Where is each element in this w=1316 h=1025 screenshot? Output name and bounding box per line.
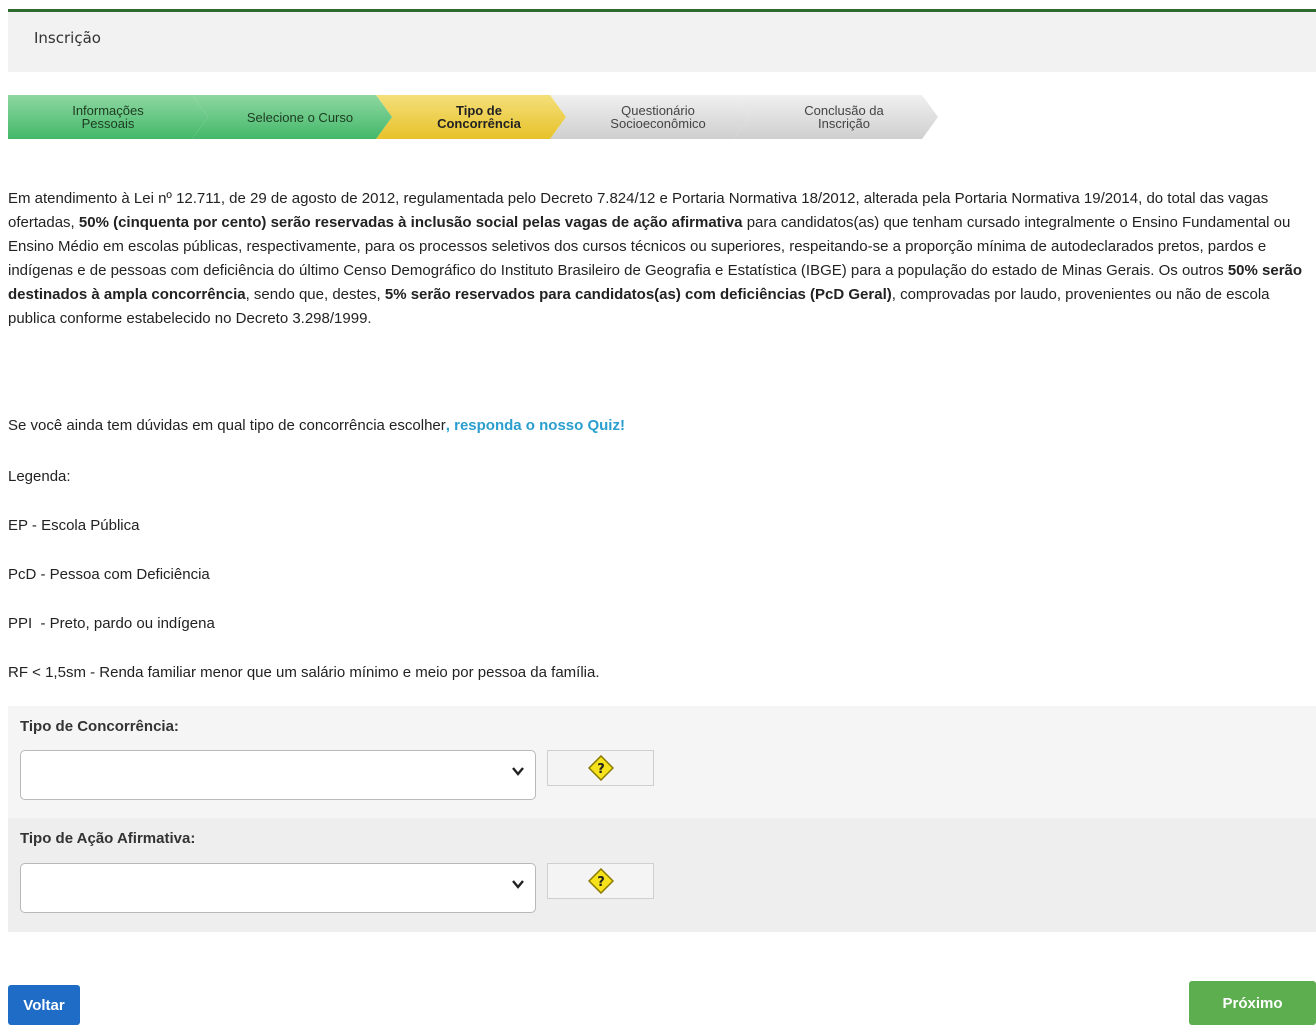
legend-item-ep: EP - Escola Pública (8, 517, 140, 534)
step-conclusao[interactable]: Conclusão da Inscrição (734, 95, 938, 139)
concorrencia-help-button[interactable]: ? (547, 750, 654, 786)
acao-afirmativa-section: Tipo de Ação Afirmativa: ? (8, 818, 1316, 932)
progress-steps: Informações Pessoais Selecione o Curso Ti… (8, 95, 948, 139)
back-button[interactable]: Voltar (8, 985, 80, 1025)
concorrencia-label: Tipo de Concorrência: (20, 718, 179, 735)
help-icon: ? (587, 755, 614, 781)
next-button[interactable]: Próximo (1189, 981, 1316, 1025)
legend-title: Legenda: (8, 468, 71, 485)
legend-item-rf: RF < 1,5sm - Renda familiar menor que um… (8, 664, 600, 681)
chevron-down-icon (512, 880, 524, 889)
step-questionario[interactable]: Questionário Socioeconômico (550, 95, 750, 139)
step-selecione-curso[interactable]: Selecione o Curso (192, 95, 392, 139)
quiz-link[interactable]: , responda o nosso Quiz! (446, 417, 625, 434)
legend-item-pcd: PcD - Pessoa com Deficiência (8, 566, 210, 583)
chevron-down-icon (512, 767, 524, 776)
legend-item-ppi: PPI - Preto, pardo ou indígena (8, 615, 215, 632)
step-informacoes-pessoais[interactable]: Informações Pessoais (8, 95, 208, 139)
main-content: Em atendimento à Lei nº 12.711, de 29 de… (8, 187, 1316, 681)
acao-afirmativa-help-button[interactable]: ? (547, 863, 654, 899)
step-tipo-concorrencia[interactable]: Tipo de Concorrência (376, 95, 566, 139)
concorrencia-select[interactable] (20, 750, 536, 800)
svg-text:?: ? (597, 762, 605, 777)
help-icon: ? (587, 868, 614, 894)
page-title: Inscrição (34, 29, 101, 47)
page-header: Inscrição (8, 12, 1316, 72)
quiz-line: Se você ainda tem dúvidas em qual tipo d… (8, 417, 625, 434)
acao-afirmativa-label: Tipo de Ação Afirmativa: (20, 830, 196, 847)
intro-paragraph: Em atendimento à Lei nº 12.711, de 29 de… (8, 190, 1303, 327)
concorrencia-section: Tipo de Concorrência: ? (8, 706, 1316, 818)
svg-text:?: ? (597, 875, 605, 890)
acao-afirmativa-select[interactable] (20, 863, 536, 913)
